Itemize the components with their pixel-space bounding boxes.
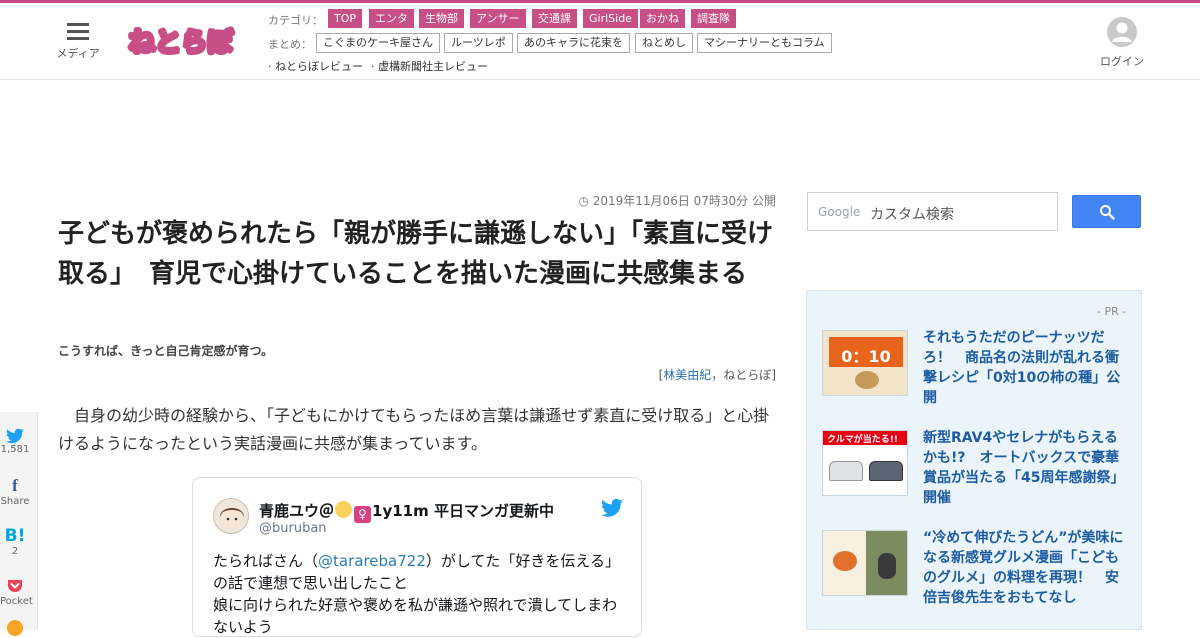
category-top[interactable]: TOP <box>328 9 363 28</box>
review-link-kyokou[interactable]: · 虚構新聞社主レビュー <box>371 58 488 74</box>
thumb-autobacs-caption: クルマが当たる!! <box>827 435 898 445</box>
media-menu-label: メディア <box>56 47 100 60</box>
pr-title-autobacs[interactable]: 新型RAV4やセレナがもらえるかも!? オートバックスで豪華賞品が当たる「45周… <box>923 428 1125 508</box>
article-subtitle: こうすれば、きっと自己肯定感が育つ。 <box>58 344 274 358</box>
matome-link-roots[interactable]: ルーツレポ <box>444 33 513 53</box>
category-kotsuka[interactable]: 交通課 <box>532 9 577 28</box>
share-hatena-button[interactable]: B! 2 <box>0 526 30 557</box>
tweet-text-part1: たらればさん（ <box>213 552 319 570</box>
category-okane[interactable]: おかね <box>640 9 685 28</box>
share-facebook-button[interactable]: f Share <box>0 476 30 507</box>
logo-mark: ねとらぼ ねとらぼ <box>127 26 237 61</box>
media-menu-button[interactable]: メディア <box>52 23 104 61</box>
pr-thumbnail-kakinotane: 0：10 <box>822 330 908 396</box>
author-link[interactable]: 林美由紀 <box>663 368 711 382</box>
login-label: ログイン <box>1100 55 1144 68</box>
search-placeholder: カスタム検索 <box>870 207 954 223</box>
article-lead: 自身の幼少時の経験から、「子どもにかけてもらったほめ言葉は謙遜せず素直に受け取る… <box>58 406 770 453</box>
pocket-label: Pocket <box>0 596 33 607</box>
pr-thumbnail-udon-gourmet <box>822 530 908 596</box>
byline-bracket-close: ] <box>771 368 776 382</box>
site-logo[interactable]: ねとらぼ ねとらぼ <box>127 17 239 63</box>
pr-item-autobacs[interactable]: クルマが当たる!! 新型RAV4やセレナがもらえるかも!? オートバックスで豪華… <box>822 430 1132 516</box>
publish-date-text: 2019年11月06日 07時30分 公開 <box>592 194 776 208</box>
tweet-author-name-prefix: 青鹿ユウ＠ <box>259 502 335 520</box>
avatar-illustration <box>220 507 244 529</box>
twitter-icon <box>6 428 24 444</box>
baby-emoji-icon <box>335 501 353 518</box>
tweet-author-handle[interactable]: @buruban <box>259 521 327 536</box>
matome-link-koguma[interactable]: こぐまのケーキ屋さん <box>316 33 440 53</box>
tweet-text-part3: 娘に向けられた好意や褒めを私が謙遜や照れで潰してしまわないよう <box>213 596 618 636</box>
pr-item-kakinotane[interactable]: 0：10 それもうただのピーナッツだろ！ 商品名の法則が乱れる衝撃レシピ「0対1… <box>822 330 1132 416</box>
tweet-author-name-suffix: 1y11m 平日マンガ更新中 <box>372 502 554 520</box>
share-pocket-button[interactable]: Pocket <box>0 576 33 607</box>
tweet-text: たらればさん（@tarareba722）がしてた「好きを伝える」の話で連想で思い… <box>213 550 623 638</box>
twitter-bird-icon[interactable] <box>601 498 623 518</box>
custom-search-input[interactable]: Google カスタム検索 <box>807 192 1058 231</box>
clock-icon: ◷ <box>578 194 589 208</box>
article-byline: [林美由紀，ねとらぼ] <box>560 366 776 383</box>
pr-thumbnail-autobacs: クルマが当たる!! <box>822 430 908 496</box>
matome-link-netomeshi[interactable]: ねとめし <box>635 33 693 53</box>
twitter-count: 1,581 <box>0 444 30 455</box>
search-icon <box>1100 205 1115 220</box>
category-chosatai[interactable]: 調査隊 <box>691 9 736 28</box>
female-sign-icon: ♀ <box>354 506 372 523</box>
google-label: Google <box>818 205 861 219</box>
share-sidebar: 1,581 f Share B! 2 Pocket <box>0 412 38 636</box>
user-icon <box>1107 17 1137 47</box>
category-girlside[interactable]: GirlSide <box>583 9 638 28</box>
hatena-bookmark-icon: B! <box>4 526 26 546</box>
login-button[interactable]: ログイン <box>1096 17 1148 69</box>
matome-label: まとめ： <box>268 38 312 51</box>
category-seibutsubu[interactable]: 生物部 <box>419 9 464 28</box>
search-button[interactable] <box>1072 195 1141 228</box>
logo-text-fill: ねとらぼ <box>129 28 234 58</box>
matome-link-hanataba[interactable]: あのキャラに花束を <box>517 33 630 53</box>
matome-link-machinery[interactable]: マシーナリーともコラム <box>697 33 832 53</box>
facebook-icon: f <box>12 476 18 495</box>
pr-title-kakinotane[interactable]: それもうただのピーナッツだろ！ 商品名の法則が乱れる衝撃レシピ「0対10の柿の種… <box>923 328 1125 408</box>
share-feedly-button[interactable] <box>0 620 30 636</box>
embedded-tweet[interactable]: 青鹿ユウ＠ ♀ 1y11m 平日マンガ更新中 @buruban たらればさん（@ta… <box>192 477 642 637</box>
article-title: 子どもが褒められたら「親が勝手に謙遜しない」「素直に受け取る」 育児で心掛けてい… <box>58 219 774 289</box>
publisher-name: ねとらぼ <box>723 368 772 382</box>
tweet-author-name[interactable]: 青鹿ユウ＠ ♀ 1y11m 平日マンガ更新中 <box>259 500 554 523</box>
category-answer[interactable]: アンサー <box>470 9 526 28</box>
pocket-icon <box>8 580 22 592</box>
pr-item-udon-gourmet[interactable]: “冷めて伸びたうどん”が美味になる新感覚グルメ漫画「こどものグルメ」の料理を再現… <box>822 530 1132 616</box>
byline-separator: ， <box>711 368 724 382</box>
tweet-mention-link[interactable]: @tarareba722 <box>318 552 426 570</box>
feedly-icon <box>7 620 23 636</box>
review-link-netorabo[interactable]: · ねとらぼレビュー <box>268 58 363 74</box>
facebook-label: Share <box>0 496 30 507</box>
category-label: カテゴリ： <box>268 14 323 27</box>
category-enta[interactable]: エンタ <box>369 9 414 28</box>
site-header: メディア ねとらぼ ねとらぼ カテゴリ： TOP エンタ 生物部 アンサー 交通… <box>0 3 1200 80</box>
share-twitter-button[interactable]: 1,581 <box>0 428 30 455</box>
thumb-kakinotane-caption: 0：10 <box>841 347 891 366</box>
publish-date: ◷ 2019年11月06日 07時30分 公開 <box>560 192 776 209</box>
hamburger-icon <box>67 23 89 41</box>
tweet-author-avatar[interactable] <box>213 498 249 534</box>
hatena-count: 2 <box>11 546 19 557</box>
pr-label: - PR - <box>1097 305 1127 318</box>
pr-title-udon-gourmet[interactable]: “冷めて伸びたうどん”が美味になる新感覚グルメ漫画「こどものグルメ」の料理を再現… <box>923 528 1125 608</box>
